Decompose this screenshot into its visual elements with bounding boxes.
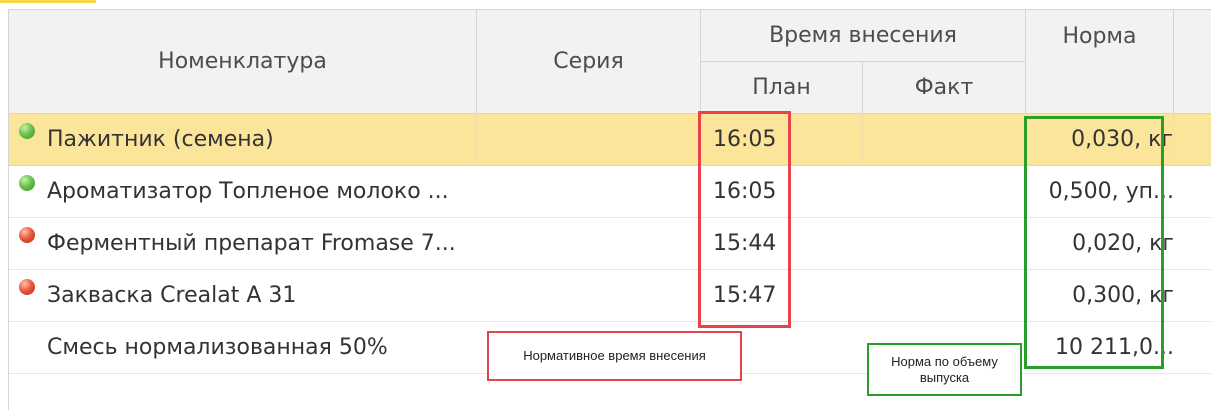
time-callout: Нормативное время внесения xyxy=(487,331,742,381)
cell-fact xyxy=(863,166,1026,217)
column-header-nomenclature[interactable]: Номенклатура xyxy=(9,10,477,114)
column-header-time-group[interactable]: Время внесения xyxy=(701,10,1026,62)
column-header-series[interactable]: Серия xyxy=(477,10,701,114)
status-error-icon xyxy=(19,279,35,295)
status-ok-icon xyxy=(19,175,35,191)
cell-series xyxy=(477,166,701,217)
column-header-fact-label: Факт xyxy=(914,75,974,100)
status-ok-icon xyxy=(19,123,35,139)
cell-nomenclature-text: Ароматизатор Топленое молоко ... xyxy=(47,179,449,204)
cell-nomenclature: Смесь нормализованная 50% xyxy=(9,322,477,373)
column-header-series-label: Серия xyxy=(553,49,624,74)
column-header-plan[interactable]: План xyxy=(701,62,863,114)
cell-nomenclature: Ароматизатор Топленое молоко ... xyxy=(9,166,477,217)
cell-fact xyxy=(863,114,1026,165)
cell-nomenclature: Пажитник (семена) xyxy=(9,114,477,165)
norm-callout-text: Норма по объему выпуска xyxy=(891,353,998,385)
cell-nomenclature-text: Закваска Crealat A 31 xyxy=(47,283,297,308)
cell-nomenclature-text: Ферментный препарат Fromase 7... xyxy=(47,231,456,256)
plan-time-highlight-box xyxy=(698,111,791,328)
time-callout-text: Нормативное время внесения xyxy=(523,348,706,363)
column-header-norm[interactable]: Норма xyxy=(1026,10,1174,114)
norm-highlight-box xyxy=(1024,116,1164,369)
column-header-time-group-label: Время внесения xyxy=(769,23,957,48)
cell-nomenclature: Ферментный препарат Fromase 7... xyxy=(9,218,477,269)
column-header-fact[interactable]: Факт xyxy=(863,62,1026,114)
cell-series xyxy=(477,218,701,269)
cell-nomenclature: Закваска Crealat A 31 xyxy=(9,270,477,321)
top-accent-bar xyxy=(0,0,96,3)
column-header-nomenclature-label: Номенклатура xyxy=(158,49,327,74)
cell-fact xyxy=(863,218,1026,269)
column-header-extra xyxy=(1174,10,1211,114)
cell-nomenclature-text: Смесь нормализованная 50% xyxy=(47,335,388,360)
cell-series xyxy=(477,114,701,165)
cell-series xyxy=(477,270,701,321)
column-header-norm-label: Норма xyxy=(1062,24,1137,49)
column-header-plan-label: План xyxy=(752,75,811,100)
cell-fact xyxy=(863,270,1026,321)
norm-callout: Норма по объему выпуска xyxy=(867,343,1022,396)
cell-nomenclature-text: Пажитник (семена) xyxy=(47,127,274,152)
status-error-icon xyxy=(19,227,35,243)
